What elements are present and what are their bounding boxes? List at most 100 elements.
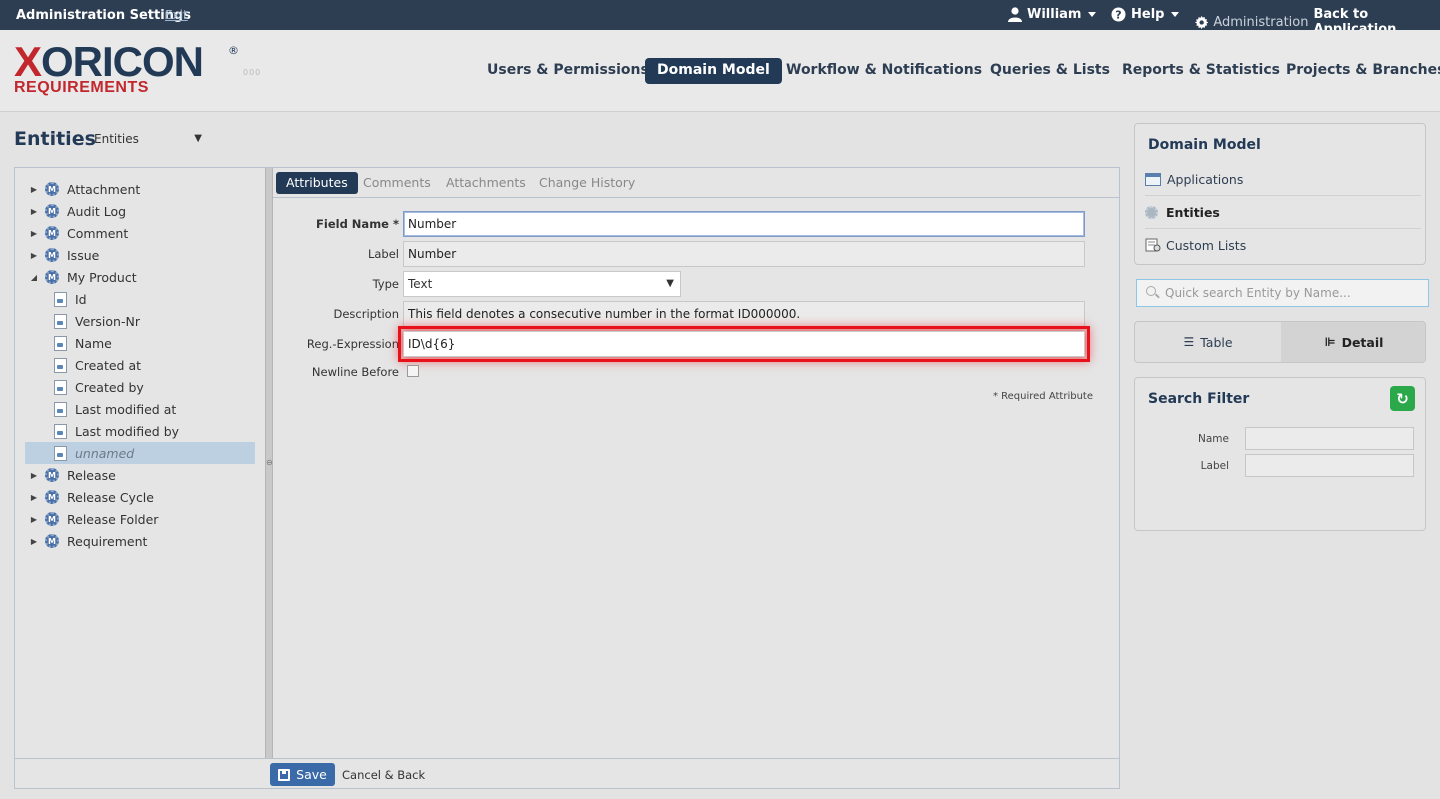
entity-icon: M	[45, 248, 59, 262]
entity-icon: M	[45, 270, 59, 284]
tree-item-label: Created by	[75, 379, 144, 395]
type-select[interactable]: Text ▼	[403, 271, 681, 297]
tree-entity-item[interactable]: ▶ M Issue	[15, 244, 265, 266]
main-panel: ▶ M Attachment ▶ M Audit Log ▶ M Comment ▶ M Issue ◢…	[14, 167, 1120, 789]
panel-splitter[interactable]: ⊖	[265, 168, 273, 758]
label-row: Label Number	[273, 241, 1119, 267]
domain-item-label: Custom Lists	[1166, 237, 1247, 253]
detail-view-button[interactable]: ⊫ Detail	[1281, 322, 1425, 362]
page-title: Entities	[14, 128, 96, 150]
tree-field-item[interactable]: Id	[15, 288, 265, 310]
logo: XORICON	[14, 38, 204, 85]
tree-entity-item[interactable]: ▶ M Requirement	[15, 530, 265, 552]
tree-entity-item[interactable]: ▶ M Comment	[15, 222, 265, 244]
table-view-button[interactable]: ☰ Table	[1135, 322, 1281, 362]
field-name-input[interactable]: Number	[403, 211, 1085, 237]
field-icon	[54, 401, 67, 417]
exit-link[interactable]: Exit	[165, 8, 188, 22]
expand-arrow-icon[interactable]: ▶	[29, 185, 39, 194]
detail-tabs: Attributes Comments Attachments Change H…	[273, 168, 1119, 198]
gear-icon	[1195, 15, 1209, 29]
user-menu[interactable]: William	[1008, 7, 1097, 22]
expand-arrow-icon[interactable]: ▶	[29, 471, 39, 480]
label-input[interactable]: Number	[403, 241, 1085, 267]
newline-label: Newline Before	[311, 365, 399, 379]
entity-icon: M	[45, 204, 59, 218]
save-icon	[278, 768, 291, 781]
tree-entity-item[interactable]: ▶ M Release Cycle	[15, 486, 265, 508]
tree-entity-item[interactable]: ▶ M Release Folder	[15, 508, 265, 530]
tab-comments[interactable]: Comments	[353, 172, 441, 194]
application-window-icon	[1145, 172, 1161, 186]
regex-row: Reg.-Expression ID\d{6}	[273, 326, 1119, 362]
tree-field-item[interactable]: Last modified by	[15, 420, 265, 442]
divider	[1145, 228, 1421, 229]
field-icon	[54, 291, 67, 307]
tree-entity-item[interactable]: ▶ M Audit Log	[15, 200, 265, 222]
domain-model-title: Domain Model	[1148, 137, 1261, 153]
quick-search-placeholder: Quick search Entity by Name...	[1165, 286, 1351, 300]
tree-entity-item[interactable]: ▶ M Release	[15, 464, 265, 486]
grip-icon: ⊖	[266, 458, 273, 467]
tab-change-history[interactable]: Change History	[529, 172, 645, 194]
domain-model-box: Domain Model Applications Entities Custo…	[1134, 123, 1426, 265]
nav-queries-lists[interactable]: Queries & Lists	[978, 58, 1122, 84]
nav-workflow-notifications[interactable]: Workflow & Notifications	[774, 58, 994, 84]
tree-item-label: Version-Nr	[75, 313, 140, 329]
entity-icon: M	[45, 182, 59, 196]
user-name: William	[1027, 7, 1082, 22]
field-icon	[54, 357, 67, 373]
list-icon: ☰	[1183, 335, 1195, 349]
tab-attachments[interactable]: Attachments	[436, 172, 536, 194]
tree-field-item[interactable]: Last modified at	[15, 398, 265, 420]
entity-type-select[interactable]: Entities ▼	[88, 130, 208, 150]
tree-item-label: Attachment	[67, 181, 141, 197]
administration-label: Administration	[1213, 14, 1309, 30]
help-menu[interactable]: ? Help	[1111, 7, 1180, 22]
filter-name-input[interactable]	[1245, 427, 1414, 450]
tree-entity-item[interactable]: ▶ M Attachment	[15, 178, 265, 200]
nav-users-permissions[interactable]: Users & Permissions	[475, 58, 661, 84]
nav-domain-model[interactable]: Domain Model	[645, 58, 782, 84]
chevron-down-icon	[1088, 12, 1097, 17]
refresh-icon: ↻	[1396, 389, 1409, 408]
regex-input[interactable]: ID\d{6}	[398, 326, 1090, 362]
save-button[interactable]: Save	[270, 763, 335, 786]
entity-icon: M	[45, 534, 59, 548]
refresh-button[interactable]: ↻	[1390, 386, 1415, 411]
expand-arrow-icon[interactable]: ▶	[29, 207, 39, 216]
nav-reports-statistics[interactable]: Reports & Statistics	[1110, 58, 1292, 84]
tree-field-item[interactable]: unnamed	[25, 442, 255, 464]
tree-item-label: unnamed	[75, 445, 135, 461]
expand-arrow-icon[interactable]: ▶	[29, 537, 39, 546]
tree-entity-item[interactable]: ◢ M My Product	[15, 266, 265, 288]
tree-field-item[interactable]: Created at	[15, 354, 265, 376]
domain-item-entities[interactable]: Entities	[1145, 197, 1421, 227]
nav-projects-branches[interactable]: Projects & Branches	[1274, 58, 1440, 84]
description-input[interactable]: This field denotes a consecutive number …	[403, 301, 1085, 327]
expand-arrow-icon[interactable]: ▶	[29, 229, 39, 238]
filter-label-input[interactable]	[1245, 454, 1414, 477]
tree-field-item[interactable]: Name	[15, 332, 265, 354]
filter-name-label: Name	[1198, 433, 1229, 445]
domain-item-custom-lists[interactable]: Custom Lists	[1145, 230, 1421, 260]
tree-item-label: Issue	[67, 247, 100, 263]
help-icon: ?	[1111, 7, 1126, 22]
tab-attributes[interactable]: Attributes	[276, 172, 358, 194]
chevron-down-icon	[1171, 12, 1180, 17]
table-view-label: Table	[1200, 334, 1233, 350]
collapse-arrow-icon[interactable]: ◢	[29, 273, 39, 282]
field-name-label: Field Name *	[316, 217, 399, 231]
newline-checkbox[interactable]	[407, 365, 419, 377]
tree-field-item[interactable]: Version-Nr	[15, 310, 265, 332]
app-header: XORICON ® REQUIREMENTS 000 Users & Permi…	[0, 30, 1440, 112]
cancel-back-link[interactable]: Cancel & Back	[342, 768, 425, 782]
tree-item-label: Release	[67, 467, 116, 483]
expand-arrow-icon[interactable]: ▶	[29, 515, 39, 524]
quick-search-input[interactable]: Quick search Entity by Name...	[1136, 279, 1429, 307]
detail-panel: Attributes Comments Attachments Change H…	[273, 168, 1119, 758]
domain-item-applications[interactable]: Applications	[1145, 164, 1421, 194]
expand-arrow-icon[interactable]: ▶	[29, 493, 39, 502]
tree-field-item[interactable]: Created by	[15, 376, 265, 398]
expand-arrow-icon[interactable]: ▶	[29, 251, 39, 260]
